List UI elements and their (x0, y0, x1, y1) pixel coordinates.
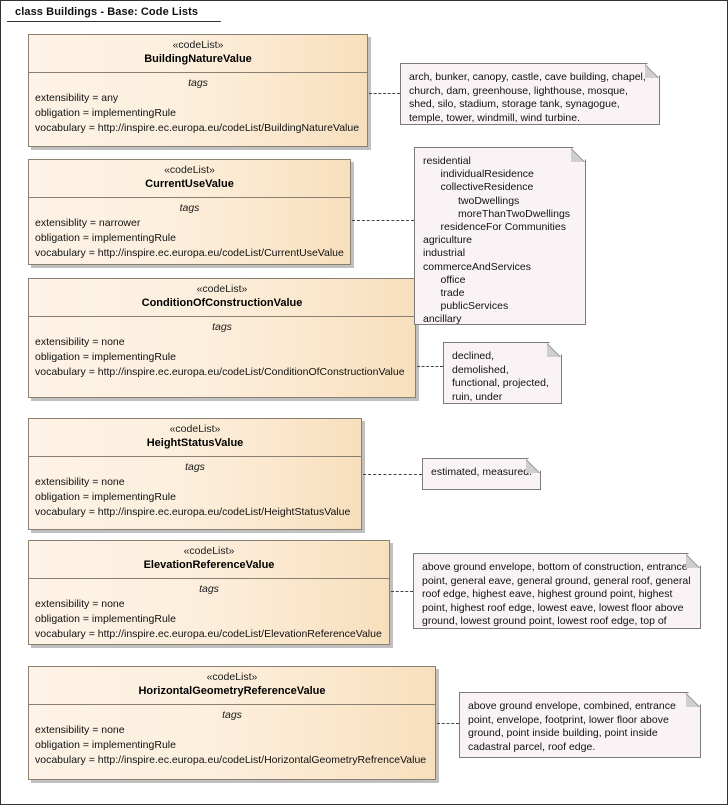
tag-line: vocabulary = http://inspire.ec.europa.eu… (35, 366, 405, 378)
note-text: above ground envelope, bottom of constru… (422, 561, 691, 641)
class-box-conditionofconstructionvalue[interactable]: «codeList» ConditionOfConstructionValue … (28, 278, 416, 398)
diagram-title-text: class Buildings - Base: Code Lists (15, 6, 199, 18)
note-line: office (423, 273, 466, 286)
note-fold-icon (571, 148, 585, 162)
tag-line: extensibility = none (35, 476, 125, 488)
class-stereotype: «codeList» (206, 671, 258, 683)
class-name: CurrentUseValue (145, 178, 234, 190)
tag-line: obligation = implementingRule (35, 351, 176, 363)
class-header: «codeList» BuildingNatureValue (29, 35, 367, 73)
tag-line: vocabulary = http://inspire.ec.europa.eu… (35, 122, 360, 134)
class-tags-compartment: tags extensiblity = narrower obligation … (29, 198, 350, 265)
tag-line: extensibility = none (35, 724, 125, 736)
tag-line: obligation = implementingRule (35, 739, 176, 751)
class-box-currentusevalue[interactable]: «codeList» CurrentUseValue tags extensib… (28, 159, 351, 265)
class-name: BuildingNatureValue (144, 53, 252, 65)
class-name: ElevationReferenceValue (143, 559, 275, 571)
connector-horizontalgeometryreference-note (437, 723, 459, 724)
tag-line: obligation = implementingRule (35, 491, 176, 503)
class-stereotype: «codeList» (169, 423, 221, 435)
tag-line: obligation = implementingRule (35, 107, 176, 119)
note-horizontalgeometryreferencevalue[interactable]: above ground envelope, combined, entranc… (459, 692, 701, 758)
class-stereotype: «codeList» (164, 164, 215, 176)
note-line: moreThanTwoDwellings (423, 207, 571, 220)
connector-currentuse-note (352, 220, 414, 221)
compartment-title: tags (212, 321, 232, 333)
note-fold-icon (526, 459, 540, 473)
class-tags-compartment: tags extensibility = none obligation = i… (29, 705, 435, 772)
class-box-horizontalgeometryreferencevalue[interactable]: «codeList» HorizontalGeometryReferenceVa… (28, 666, 436, 780)
note-line: residenceFor Communities (423, 221, 566, 234)
tag-line: vocabulary = http://inspire.ec.europa.eu… (35, 247, 344, 259)
class-tags-compartment: tags extensibility = none obligation = i… (29, 317, 415, 384)
tag-line: extensibility = any (35, 92, 119, 104)
note-line: publicServices (423, 300, 509, 313)
class-header: «codeList» HeightStatusValue (29, 419, 361, 457)
connector-elevationreference-note (391, 591, 413, 592)
class-name: ConditionOfConstructionValue (141, 297, 303, 309)
compartment-title: tags (185, 461, 205, 473)
note-line: ancillary (423, 313, 462, 326)
class-header: «codeList» CurrentUseValue (29, 160, 350, 198)
compartment-title: tags (179, 202, 200, 214)
note-line: collectiveResidence (423, 181, 534, 194)
class-stereotype: «codeList» (172, 39, 224, 51)
diagram-title-tab[interactable]: class Buildings - Base: Code Lists (7, 4, 221, 22)
class-header: «codeList» HorizontalGeometryReferenceVa… (29, 667, 435, 705)
note-text: arch, bunker, canopy, castle, cave build… (409, 71, 646, 124)
tag-line: vocabulary = http://inspire.ec.europa.eu… (35, 506, 351, 518)
note-fold-icon (645, 64, 659, 78)
note-line: residential (423, 155, 471, 167)
class-name: HeightStatusValue (146, 437, 244, 449)
tag-line: obligation = implementingRule (35, 613, 176, 625)
note-line: trade (423, 287, 465, 300)
compartment-title: tags (199, 583, 219, 595)
connector-heightstatus-note (363, 474, 422, 475)
note-heightstatusvalue[interactable]: estimated, measured. (422, 458, 541, 490)
tag-line: extensibility = none (35, 336, 125, 348)
note-currentusevalue[interactable]: residential individualResidence collecti… (414, 147, 586, 325)
tag-line: vocabulary = http://inspire.ec.europa.eu… (35, 754, 427, 766)
note-line: industrial (423, 247, 466, 260)
connector-buildingnature-note (369, 93, 400, 94)
note-text: declined, demolished, functional, projec… (452, 350, 549, 416)
note-line: agriculture (423, 234, 473, 247)
class-tags-compartment: tags extensibility = none obligation = i… (29, 579, 389, 646)
class-header: «codeList» ElevationReferenceValue (29, 541, 389, 579)
class-name: HorizontalGeometryReferenceValue (138, 685, 326, 697)
note-fold-icon (686, 554, 700, 568)
note-text: estimated, measured. (431, 466, 532, 478)
connector-conditionofconstruction-note (417, 366, 443, 367)
tag-line: obligation = implementingRule (35, 232, 176, 244)
compartment-title: tags (222, 709, 242, 721)
class-stereotype: «codeList» (196, 283, 248, 295)
tag-line: vocabulary = http://inspire.ec.europa.eu… (35, 628, 382, 640)
class-stereotype: «codeList» (183, 545, 235, 557)
note-buildingnaturevalue[interactable]: arch, bunker, canopy, castle, cave build… (400, 63, 660, 125)
tag-line: extensibility = none (35, 598, 125, 610)
tag-line: extensiblity = narrower (35, 217, 141, 229)
class-box-buildingnaturevalue[interactable]: «codeList» BuildingNatureValue tags exte… (28, 34, 368, 147)
class-header: «codeList» ConditionOfConstructionValue (29, 279, 415, 317)
class-box-heightstatusvalue[interactable]: «codeList» HeightStatusValue tags extens… (28, 418, 362, 530)
class-tags-compartment: tags extensibility = any obligation = im… (29, 73, 367, 140)
note-text: above ground envelope, combined, entranc… (468, 700, 676, 753)
uml-diagram-canvas: class Buildings - Base: Code Lists «code… (0, 0, 728, 805)
note-conditionofconstructionvalue[interactable]: declined, demolished, functional, projec… (443, 342, 562, 404)
compartment-title: tags (188, 77, 208, 89)
note-fold-icon (686, 693, 700, 707)
note-fold-icon (547, 343, 561, 357)
note-line: commerceAndServices (423, 260, 531, 273)
note-line: twoDwellings (423, 194, 520, 207)
note-elevationreferencevalue[interactable]: above ground envelope, bottom of constru… (413, 553, 701, 629)
note-line: individualResidence (423, 168, 534, 181)
class-box-elevationreferencevalue[interactable]: «codeList» ElevationReferenceValue tags … (28, 540, 390, 645)
class-tags-compartment: tags extensibility = none obligation = i… (29, 457, 361, 524)
